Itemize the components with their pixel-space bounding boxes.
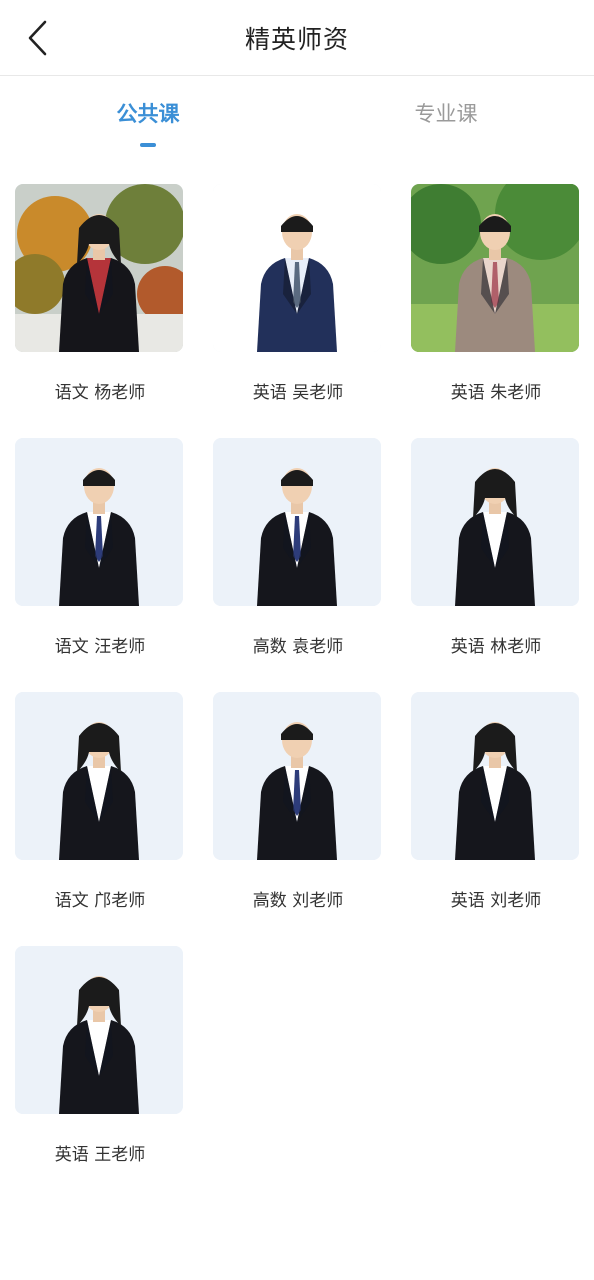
teacher-photo [213,438,381,606]
teacher-card[interactable]: 英语 林老师 [411,438,581,657]
top-bar: 精英师资 [0,0,594,76]
page-title: 精英师资 [244,24,349,54]
teacher-card[interactable]: 英语 朱老师 [411,184,581,403]
teacher-card[interactable]: 英语 吴老师 [213,184,383,403]
teacher-name: 高数 袁老师 [252,637,344,657]
teacher-card[interactable]: 语文 杨老师 [15,184,185,403]
teacher-name: 英语 朱老师 [450,383,542,403]
teacher-name: 英语 林老师 [450,637,542,657]
teacher-name: 英语 吴老师 [252,383,344,403]
teacher-card[interactable]: 高数 袁老师 [213,438,383,657]
active-tab-indicator [140,143,156,147]
teacher-name: 语文 汪老师 [54,637,146,657]
teacher-name: 英语 王老师 [54,1145,146,1165]
teacher-name: 高数 刘老师 [252,891,344,911]
back-button[interactable] [18,18,58,58]
teacher-photo [411,438,579,606]
teacher-photo [15,946,183,1114]
teacher-card[interactable]: 语文 邝老师 [15,692,185,911]
teacher-photo [15,184,183,352]
teacher-photo [411,692,579,860]
teacher-photo [15,438,183,606]
teacher-photo [213,184,381,352]
chevron-left-icon [28,20,47,56]
teacher-photo [15,692,183,860]
tab-major-courses[interactable]: 专业课 [366,98,526,128]
teacher-card[interactable]: 语文 汪老师 [15,438,185,657]
teacher-name: 语文 杨老师 [54,383,146,403]
teacher-card[interactable]: 英语 王老师 [15,946,185,1165]
teacher-card[interactable]: 高数 刘老师 [213,692,383,911]
teacher-name: 语文 邝老师 [54,891,146,911]
teacher-name: 英语 刘老师 [450,891,542,911]
tab-public-courses[interactable]: 公共课 [68,98,228,128]
tab-bar: 公共课 专业课 [0,76,594,156]
teacher-card[interactable]: 英语 刘老师 [411,692,581,911]
teacher-photo [213,692,381,860]
teacher-photo [411,184,579,352]
